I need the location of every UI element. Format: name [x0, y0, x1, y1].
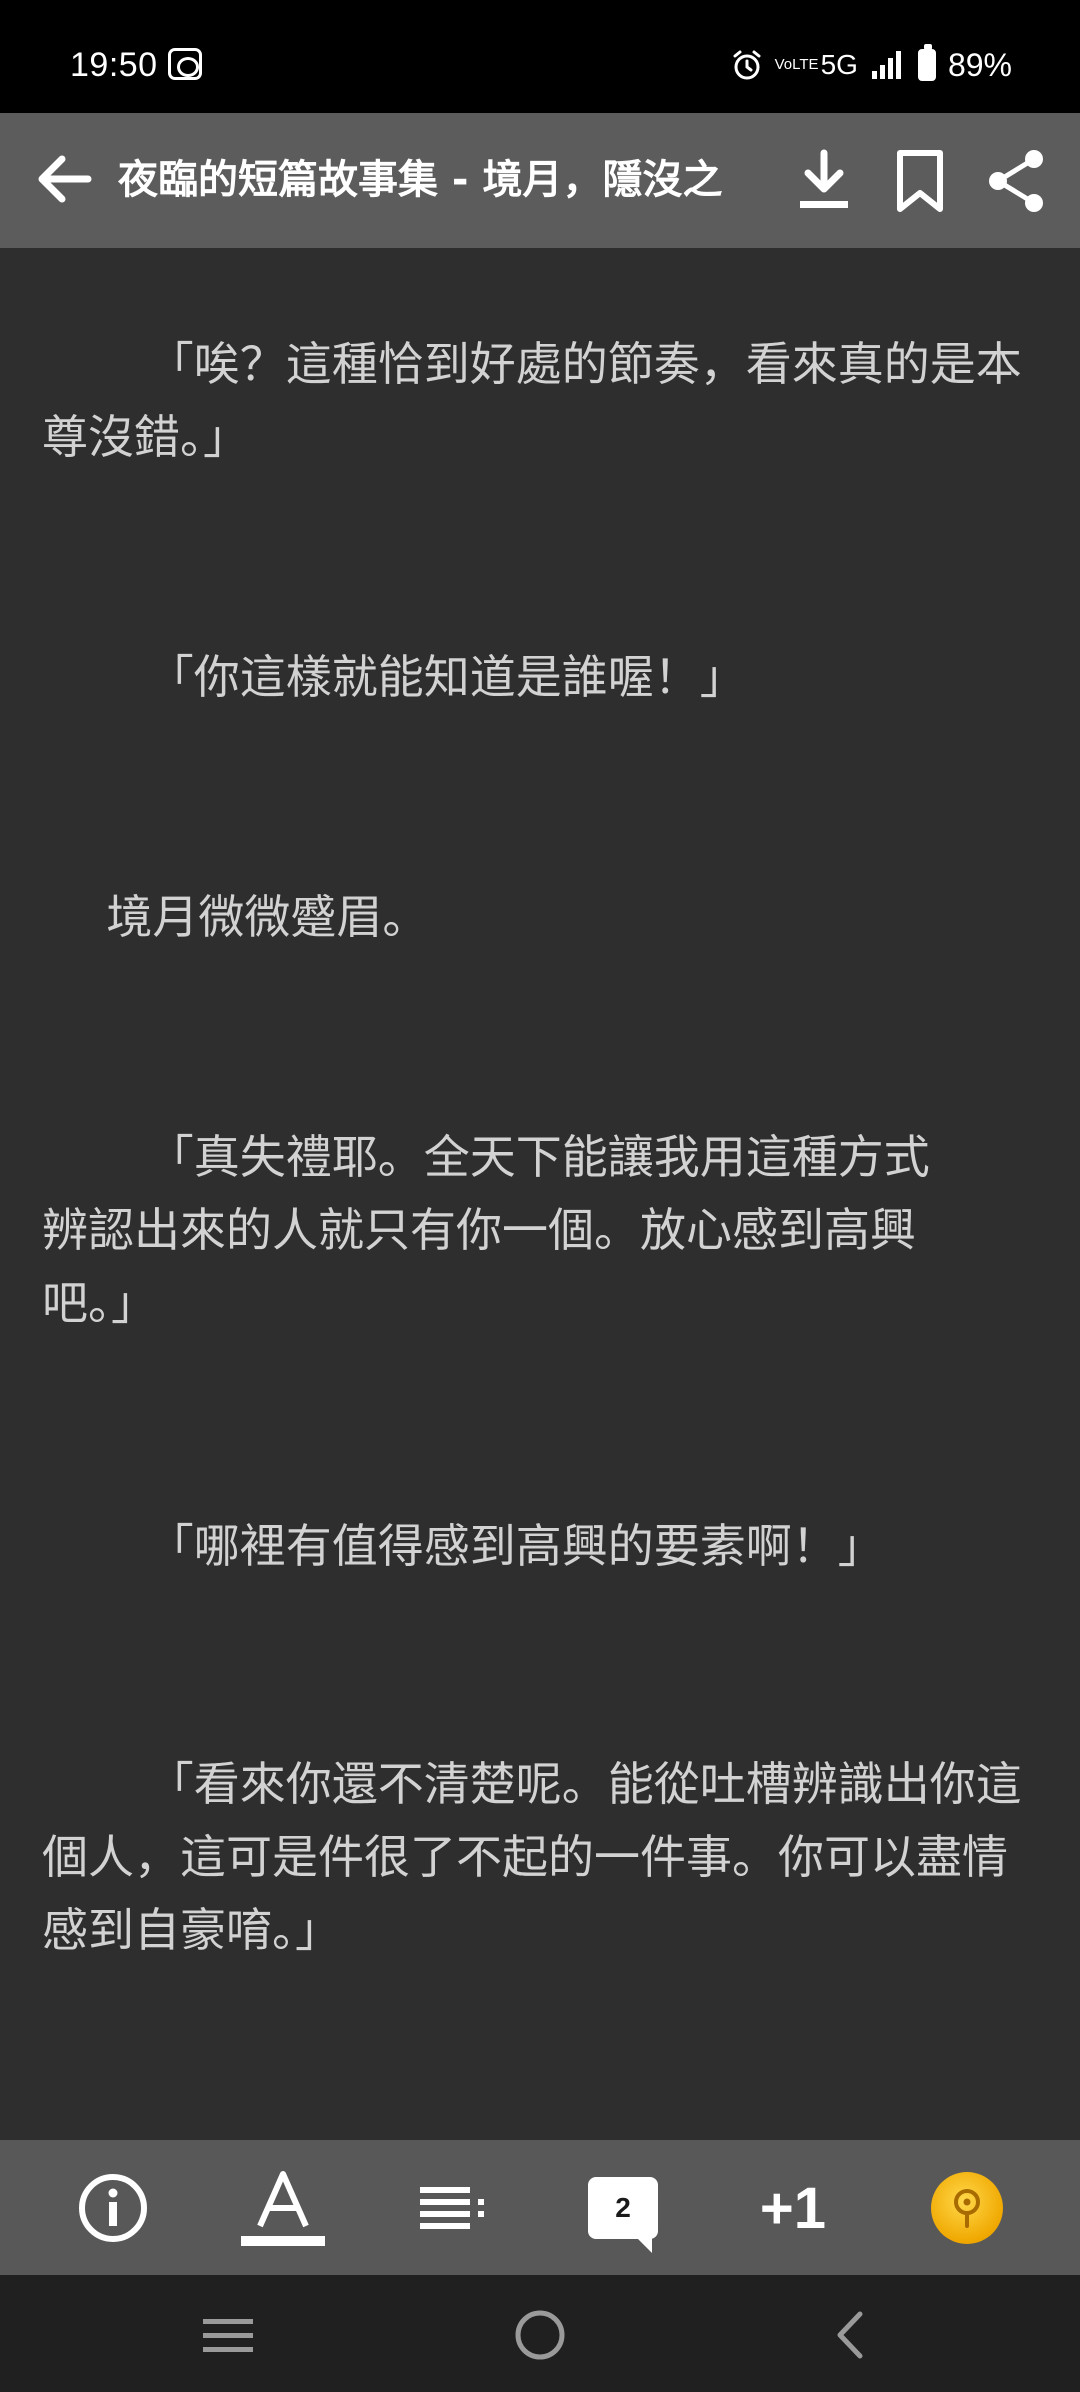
bookmark-icon — [897, 150, 943, 212]
paragraph: 「看來你還不清楚呢。能從吐槽辨識出你這個人，這可是件很了不起的一件事。你可以盡情… — [42, 1757, 1022, 1957]
home-icon — [515, 2310, 565, 2360]
paragraph: 「真失禮耶。全天下能讓我用這種方式辨認出來的人就只有你一個。放心感到高興吧。」 — [42, 1130, 930, 1330]
app-notification-icon — [168, 48, 202, 80]
coin-button[interactable] — [917, 2158, 1017, 2258]
alarm-icon — [733, 50, 761, 80]
home-button[interactable] — [500, 2295, 580, 2375]
paragraph: 「你這樣就能知道是誰喔！」 — [147, 650, 746, 704]
comments-button[interactable]: 2 — [573, 2158, 673, 2258]
font-settings-icon — [241, 2171, 325, 2246]
reader-content[interactable]: 「唉？這種恰到好處的節奏，看來真的是本尊沒錯。」 「你這樣就能知道是誰喔！」 境… — [0, 248, 1080, 2140]
coin-icon — [931, 2172, 1003, 2244]
system-navigation-bar — [0, 2275, 1080, 2392]
comment-count: 2 — [615, 2192, 631, 2223]
paragraph: 「哪裡有值得感到高興的要素啊！」 — [147, 1519, 884, 1573]
download-icon — [800, 149, 848, 208]
reader-toolbar: 2 +1 — [0, 2140, 1080, 2275]
battery-level: 89% — [947, 46, 1012, 83]
recent-apps-icon — [203, 2319, 253, 2352]
plus-one-label: +1 — [759, 2175, 827, 2241]
paragraph: 境月微微蹙眉。 — [106, 890, 429, 944]
plus-one-button[interactable]: +1 — [743, 2158, 843, 2258]
app-bar: 夜臨的短篇故事集 - 境月，隱沒之 — [0, 113, 1080, 248]
download-button[interactable] — [786, 143, 862, 219]
network-type: 5G — [820, 49, 858, 80]
status-bar: 19:50 VoLTE 5G 89% — [0, 0, 1080, 113]
chevron-left-icon — [837, 2311, 863, 2359]
recent-apps-button[interactable] — [188, 2295, 268, 2375]
battery-icon — [917, 44, 936, 81]
font-settings-button[interactable] — [233, 2158, 333, 2258]
info-button[interactable] — [63, 2158, 163, 2258]
info-icon — [79, 2174, 147, 2242]
back-button[interactable] — [28, 143, 100, 215]
system-back-button[interactable] — [810, 2295, 890, 2375]
signal-icon — [871, 51, 901, 79]
bookmark-button[interactable] — [882, 143, 958, 219]
share-icon — [989, 150, 1043, 212]
arrow-left-icon — [38, 155, 92, 203]
status-indicators: VoLTE 5G 89% — [731, 40, 1012, 90]
book-title: 夜臨的短篇故事集 - 境月，隱沒之 — [118, 157, 723, 203]
share-button[interactable] — [978, 143, 1054, 219]
table-of-contents-icon — [420, 2187, 484, 2229]
table-of-contents-button[interactable] — [403, 2158, 503, 2258]
status-time: 19:50 — [70, 46, 158, 84]
comment-icon: 2 — [588, 2177, 658, 2253]
volte-icon: VoLTE — [774, 56, 819, 73]
paragraph: 「唉？這種恰到好處的節奏，看來真的是本尊沒錯。」 — [42, 337, 1022, 464]
